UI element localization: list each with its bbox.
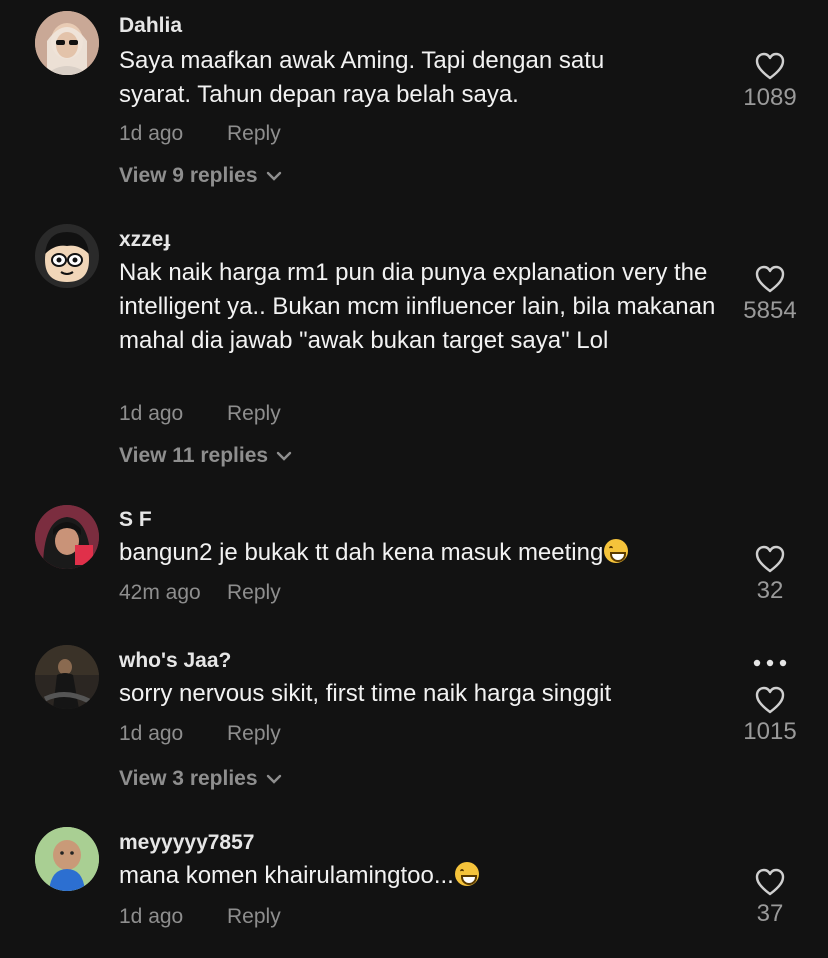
comment-timestamp: 1d ago bbox=[119, 122, 184, 145]
comment-username[interactable]: meyyyyy7857 bbox=[119, 831, 254, 855]
avatar[interactable] bbox=[35, 224, 99, 288]
comment-text: sorry nervous sikit, first time naik har… bbox=[119, 680, 612, 707]
comment-timestamp: 1d ago bbox=[119, 905, 184, 928]
comment-text: Saya maafkan awak Aming. Tapi dengan sat… bbox=[119, 47, 605, 108]
comment-username[interactable]: xzzeɟ bbox=[119, 228, 170, 252]
reply-button[interactable]: Reply bbox=[227, 402, 281, 426]
chevron-down-icon bbox=[266, 775, 281, 785]
like-section: 37 bbox=[720, 868, 820, 928]
like-count: 1089 bbox=[743, 84, 797, 111]
reply-button[interactable]: Reply bbox=[227, 722, 281, 746]
view-replies-button[interactable]: View 9 replies bbox=[119, 164, 282, 188]
comment-text: bangun2 je bukak tt dah kena masuk meeti… bbox=[119, 539, 604, 566]
comment-meta: 1d ago Reply bbox=[119, 402, 281, 426]
more-horizontal-icon[interactable] bbox=[752, 657, 788, 669]
reply-button[interactable]: Reply bbox=[227, 581, 281, 605]
avatar[interactable] bbox=[35, 11, 99, 75]
heart-outline-icon[interactable] bbox=[755, 52, 785, 80]
view-replies-button[interactable]: View 11 replies bbox=[119, 444, 292, 468]
comment-meta: 1d ago Reply bbox=[119, 122, 281, 146]
like-count: 37 bbox=[756, 900, 784, 927]
like-count: 1015 bbox=[743, 718, 797, 745]
comment-meta: 42m ago Reply bbox=[119, 581, 281, 605]
heart-outline-icon[interactable] bbox=[755, 868, 785, 896]
heart-outline-icon[interactable] bbox=[755, 686, 785, 714]
comment-meta: 1d ago Reply bbox=[119, 905, 281, 929]
view-replies-label: View 3 replies bbox=[119, 767, 258, 790]
reply-button[interactable]: Reply bbox=[227, 905, 281, 929]
comment-timestamp: 1d ago bbox=[119, 402, 184, 425]
comment-text: mana komen khairulamingtoo... bbox=[119, 862, 454, 889]
like-section: 1015 bbox=[720, 686, 820, 746]
like-count: 5854 bbox=[743, 297, 797, 324]
comment-timestamp: 1d ago bbox=[119, 722, 184, 745]
comment-username[interactable]: who's Jaa? bbox=[119, 649, 231, 673]
avatar[interactable] bbox=[35, 505, 99, 569]
comment-username[interactable]: Dahlia bbox=[119, 14, 182, 38]
reply-button[interactable]: Reply bbox=[227, 122, 281, 146]
heart-outline-icon[interactable] bbox=[755, 265, 785, 293]
avatar[interactable] bbox=[35, 645, 99, 709]
view-replies-button[interactable]: View 3 replies bbox=[119, 767, 282, 791]
chevron-down-icon bbox=[276, 452, 292, 462]
like-count: 32 bbox=[756, 577, 784, 604]
like-section: 5854 bbox=[720, 265, 820, 325]
chevron-down-icon bbox=[266, 172, 281, 182]
like-section: 1089 bbox=[720, 52, 820, 112]
comment-meta: 1d ago Reply bbox=[119, 722, 281, 746]
like-section: 32 bbox=[720, 545, 820, 605]
laughing-tears-emoji bbox=[604, 539, 629, 563]
comment-text-wrap: mana komen khairulamingtoo... bbox=[119, 859, 719, 893]
comment-text-wrap: bangun2 je bukak tt dah kena masuk meeti… bbox=[119, 536, 719, 570]
view-replies-label: View 11 replies bbox=[119, 444, 269, 467]
comment-username[interactable]: S F bbox=[119, 508, 152, 532]
grinning-emoji bbox=[454, 862, 479, 886]
avatar[interactable] bbox=[35, 827, 99, 891]
heart-outline-icon[interactable] bbox=[755, 545, 785, 573]
comment-text: Nak naik harga rm1 pun dia punya explana… bbox=[119, 259, 716, 354]
view-replies-label: View 9 replies bbox=[119, 164, 258, 187]
comment-timestamp: 42m ago bbox=[119, 581, 201, 604]
